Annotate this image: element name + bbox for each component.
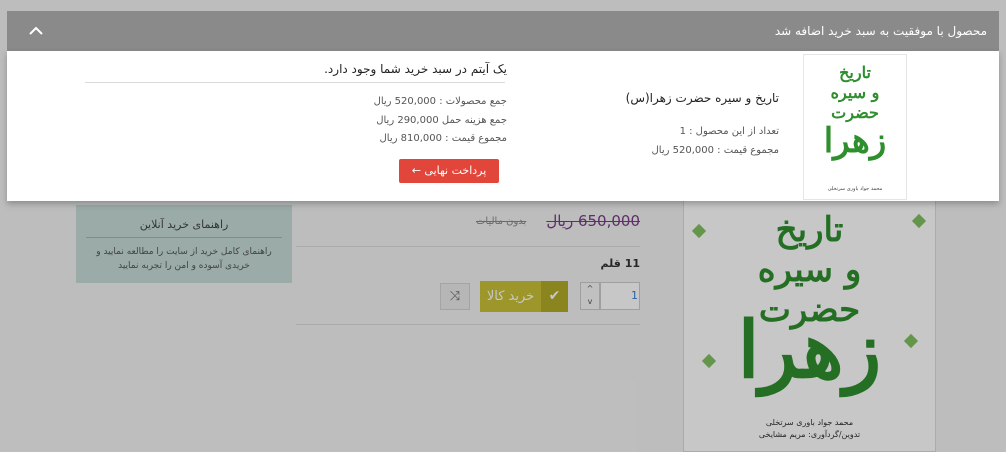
buy-button[interactable]: خرید کالا ✔ xyxy=(480,281,568,312)
thumbnail-author: محمد جواد باوری سرتخلی xyxy=(827,186,883,192)
shuffle-icon: ⤨ xyxy=(449,289,461,304)
shopping-guide-box[interactable]: راهنمای خرید آنلاین راهنمای کامل خرید از… xyxy=(76,205,292,283)
divider xyxy=(85,82,505,83)
cart-notification-panel: تاریخ و سیره حضرت زهرا محمد جواد باوری س… xyxy=(7,51,999,201)
cart-notification-bar: محصول با موفقیت به سبد خرید اضافه شد xyxy=(7,11,999,51)
chevron-down-icon[interactable]: v xyxy=(581,296,599,309)
chevron-up-icon[interactable] xyxy=(23,18,49,44)
price-note: بدون مالیات xyxy=(476,216,527,227)
added-product-count: تعداد از این محصول : 1 xyxy=(679,126,779,137)
guide-text: راهنمای کامل خرید از سایت را مطالعه نمای… xyxy=(96,247,272,271)
product-cover-image[interactable]: تاریخ و سیره حضرت زهرا محمد جواد باوری س… xyxy=(683,195,936,452)
divider xyxy=(86,237,282,238)
buy-button-label: خرید کالا xyxy=(486,289,535,304)
stock-count: 11 قلم xyxy=(600,257,640,270)
cover-author: محمد جواد باوری سرتخلی تدوین/گردآوری: مر… xyxy=(758,418,861,439)
thumbnail-title: تاریخ و سیره حضرت xyxy=(830,63,880,122)
products-total: جمع محصولات : 520,000 ریال xyxy=(373,96,507,107)
grand-total: مجموع قیمت : 810,000 ریال xyxy=(379,133,508,144)
quantity-input[interactable]: 1 xyxy=(600,282,640,310)
check-icon: ✔ xyxy=(541,281,568,312)
thumbnail-big-title: زهرا xyxy=(823,121,887,161)
cart-item-message: یک آیتم در سبد خرید شما وجود دارد. xyxy=(324,62,507,76)
shipping-total: جمع هزینه حمل 290,000 ریال xyxy=(376,115,507,126)
cover-big-title: زهرا xyxy=(737,305,882,396)
guide-title: راهنمای خرید آنلاین xyxy=(139,218,229,231)
divider xyxy=(296,324,640,325)
old-price: 650,000 ریال xyxy=(546,212,640,230)
chevron-up-icon[interactable]: ^ xyxy=(581,283,599,296)
added-product-thumbnail[interactable]: تاریخ و سیره حضرت زهرا محمد جواد باوری س… xyxy=(803,54,907,200)
added-product-name[interactable]: تاریخ و سیره حضرت زهرا(س) xyxy=(626,91,779,105)
checkout-button[interactable]: پرداخت نهایی ← xyxy=(399,159,499,183)
divider xyxy=(296,246,640,247)
collapse-chevron-svg xyxy=(29,26,43,35)
added-product-total: مجموع قیمت : 520,000 ریال xyxy=(651,145,780,156)
notification-title: محصول با موفقیت به سبد خرید اضافه شد xyxy=(774,24,987,38)
compare-button[interactable]: ⤨ xyxy=(440,283,470,310)
quantity-stepper[interactable]: ^ v xyxy=(580,282,600,310)
